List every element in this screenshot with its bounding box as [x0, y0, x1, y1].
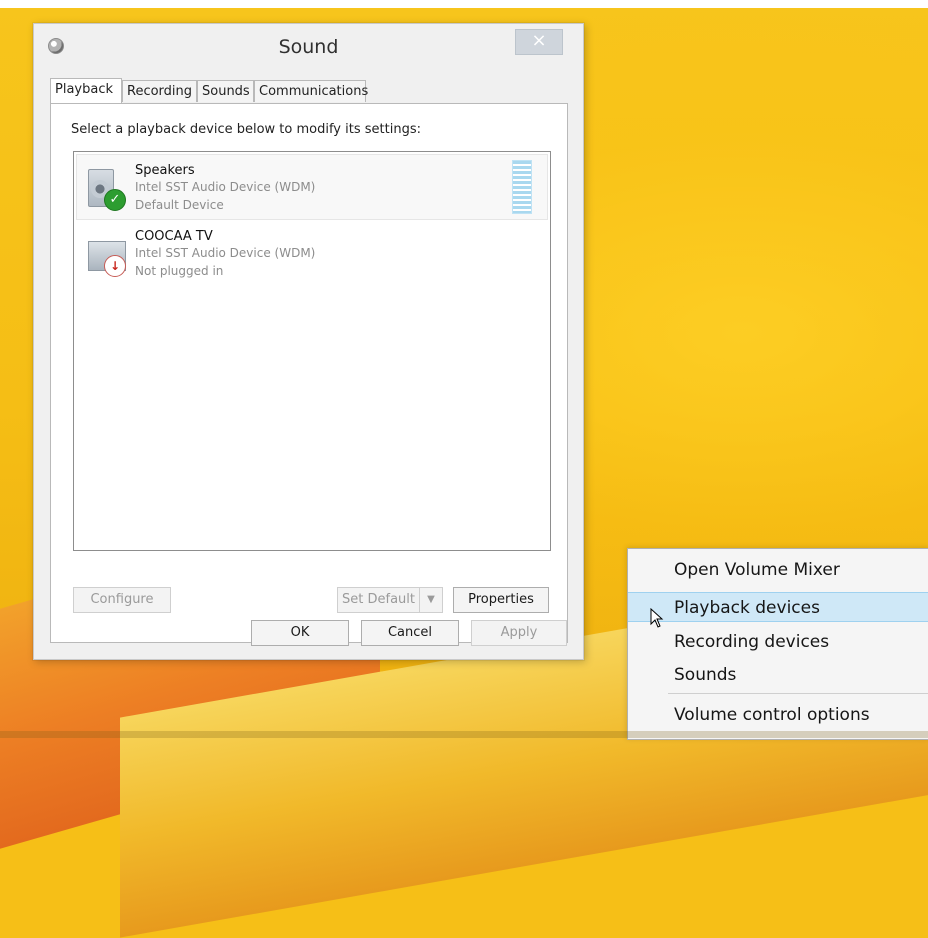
device-row-coocaa-tv[interactable]: ↓ COOCAA TV Intel SST Audio Device (WDM)…: [76, 220, 548, 286]
menu-item-sounds[interactable]: Sounds: [628, 660, 928, 690]
unplugged-icon: ↓: [104, 255, 126, 277]
taskbar-edge: [0, 731, 928, 738]
device-description: Intel SST Audio Device (WDM): [135, 246, 316, 260]
device-description: Intel SST Audio Device (WDM): [135, 180, 316, 194]
menu-item-open-volume-mixer[interactable]: Open Volume Mixer: [628, 555, 928, 585]
title-bar: Sound ×: [34, 24, 583, 72]
cancel-button[interactable]: Cancel: [361, 620, 459, 646]
set-default-button[interactable]: Set Default: [337, 587, 419, 613]
tv-device-icon: ↓: [82, 231, 126, 277]
device-name: COOCAA TV: [135, 229, 213, 244]
menu-item-playback-devices[interactable]: Playback devices: [628, 592, 928, 622]
instruction-text: Select a playback device below to modify…: [71, 122, 421, 137]
tab-recording[interactable]: Recording: [122, 80, 197, 102]
chevron-down-icon[interactable]: ▼: [419, 587, 443, 613]
volume-level-meter: [512, 160, 532, 214]
close-button[interactable]: ×: [515, 29, 563, 55]
menu-separator: [668, 693, 928, 694]
configure-button[interactable]: Configure: [73, 587, 171, 613]
tab-communications[interactable]: Communications: [254, 80, 368, 102]
device-name: Speakers: [135, 163, 195, 178]
playback-panel: Select a playback device below to modify…: [50, 103, 568, 643]
mouse-pointer-icon: [650, 608, 664, 628]
device-list: ✓ Speakers Intel SST Audio Device (WDM) …: [73, 151, 551, 551]
ok-button[interactable]: OK: [251, 620, 349, 646]
properties-button[interactable]: Properties: [453, 587, 549, 613]
tab-sounds[interactable]: Sounds: [197, 80, 254, 102]
window-title: Sound: [278, 36, 339, 58]
top-edge: [0, 0, 928, 8]
device-status: Not plugged in: [135, 264, 224, 278]
device-row-speakers[interactable]: ✓ Speakers Intel SST Audio Device (WDM) …: [76, 154, 548, 220]
device-status: Default Device: [135, 198, 224, 212]
set-default-split-button: Set Default ▼: [337, 587, 443, 613]
apply-button[interactable]: Apply: [471, 620, 567, 646]
speaker-device-icon: ✓: [82, 165, 126, 211]
menu-item-recording-devices[interactable]: Recording devices: [628, 627, 928, 657]
tab-playback[interactable]: Playback: [50, 78, 122, 103]
sound-dialog: Sound × Playback Recording Sounds Commun…: [33, 23, 584, 660]
sound-context-menu: Open Volume Mixer Playback devices Recor…: [627, 548, 928, 740]
default-device-check-icon: ✓: [104, 189, 126, 211]
menu-item-volume-control-options[interactable]: Volume control options: [628, 700, 928, 730]
